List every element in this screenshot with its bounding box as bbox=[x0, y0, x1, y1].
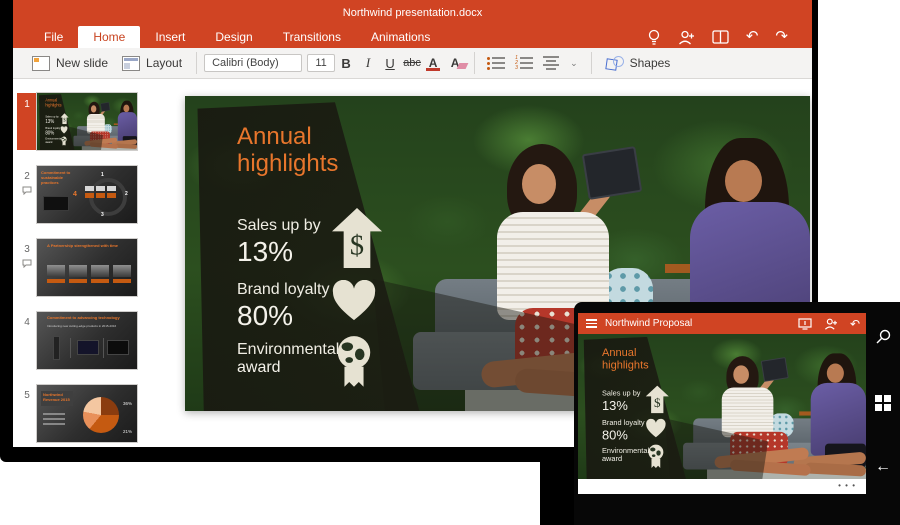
phone-bottom-strip: • • • bbox=[578, 479, 866, 494]
back-icon[interactable]: ← bbox=[875, 458, 891, 476]
ribbon-right-icons: ↶ ↷ bbox=[647, 27, 788, 47]
undo-icon[interactable]: ↶ bbox=[746, 27, 759, 47]
phone-slide-view[interactable]: Annual highlights Sales up by 13% Brand … bbox=[578, 334, 866, 479]
numbering-button[interactable]: 1 2 3 bbox=[515, 57, 533, 70]
slide-photo: Annual highlights Sales up by 13% Brand … bbox=[37, 93, 137, 150]
clear-formatting-button[interactable]: A bbox=[443, 56, 467, 70]
slide-title[interactable]: Annual highlights bbox=[602, 347, 660, 372]
slide-2-number: 2 bbox=[24, 171, 30, 182]
slide-3-thumbnail[interactable]: A Partnership strengthened with time bbox=[37, 239, 137, 296]
mini-pie-chart bbox=[83, 397, 119, 433]
slide-2-thumbnail[interactable]: Commitment to sustainable practices 1 2 … bbox=[37, 166, 137, 223]
ribbon-tabs: File Home Insert Design Transitions Anim… bbox=[13, 25, 812, 48]
comment-icon[interactable] bbox=[22, 259, 32, 268]
phone-doc-title: Northwind Proposal bbox=[605, 318, 692, 329]
tab-transitions[interactable]: Transitions bbox=[268, 26, 356, 48]
underline-button[interactable]: U bbox=[379, 54, 401, 73]
more-options-icon[interactable]: • • • bbox=[838, 481, 856, 490]
dollar-arrow-up-icon: $ bbox=[61, 113, 69, 124]
slide-5-number: 5 bbox=[24, 390, 30, 401]
search-icon[interactable] bbox=[876, 329, 891, 344]
title-bar: Northwind presentation.docx bbox=[13, 0, 812, 25]
slide-photo: Annual highlights Sales up by 13% Brand … bbox=[578, 334, 866, 479]
share-contact-icon[interactable] bbox=[678, 30, 695, 45]
share-contact-icon[interactable] bbox=[824, 318, 838, 330]
slide-thumb-row-3[interactable]: 3 A Partnership strengthened with time bbox=[17, 239, 150, 296]
mini-smart-tv bbox=[107, 340, 129, 355]
mini-speaker bbox=[53, 336, 60, 360]
phone-nav-bar: ← bbox=[866, 302, 900, 525]
svg-text:$: $ bbox=[654, 395, 661, 410]
tab-file[interactable]: File bbox=[29, 26, 78, 48]
screenshot-stage: Northwind presentation.docx File Home In… bbox=[0, 0, 900, 525]
present-screen-icon[interactable] bbox=[798, 318, 812, 330]
slide-4-thumbnail[interactable]: Commitment to advancing technology Intro… bbox=[37, 312, 137, 369]
slide-4-number: 4 bbox=[24, 317, 30, 328]
new-slide-button[interactable]: New slide bbox=[25, 53, 115, 74]
bold-button[interactable]: B bbox=[335, 54, 357, 73]
font-color-button[interactable]: A bbox=[423, 56, 443, 70]
tab-animations[interactable]: Animations bbox=[356, 26, 445, 48]
redo-icon[interactable]: ↷ bbox=[775, 27, 788, 47]
font-name-select[interactable]: Calibri (Body) bbox=[204, 54, 302, 72]
slide-thumb-row-5[interactable]: 5 Northwind Revenue 2015 36% 21% bbox=[17, 385, 150, 442]
new-slide-icon bbox=[32, 56, 50, 71]
highlighter-icon bbox=[457, 63, 469, 69]
lightbulb-icon[interactable] bbox=[647, 29, 661, 45]
heart-icon bbox=[60, 126, 68, 134]
divider bbox=[196, 52, 197, 74]
tab-home[interactable]: Home bbox=[78, 26, 140, 48]
slide-thumb-row-1[interactable]: 1 Annual highlights Sales up by bbox=[17, 93, 150, 150]
undo-icon[interactable]: ↶ bbox=[850, 317, 860, 331]
svg-text:$: $ bbox=[350, 231, 364, 262]
slides-panel: 1 Annual highlights Sales up by bbox=[13, 79, 150, 447]
slide-title[interactable]: Annual highlights bbox=[237, 124, 362, 178]
document-title: Northwind presentation.docx bbox=[343, 7, 482, 19]
italic-button[interactable]: I bbox=[357, 53, 379, 73]
tab-design[interactable]: Design bbox=[200, 26, 267, 48]
phone-device: Northwind Proposal ↶ bbox=[574, 302, 900, 525]
slide-item-sales[interactable]: Sales up by 13% bbox=[237, 216, 347, 268]
slide-1-selection-bar: 1 bbox=[17, 93, 37, 150]
slide-5-thumbnail[interactable]: Northwind Revenue 2015 36% 21% bbox=[37, 385, 137, 442]
font-color-swatch bbox=[426, 68, 440, 71]
slide-text-layer[interactable]: Annual highlights Sales up by 13% Brand … bbox=[578, 334, 866, 479]
slide-title[interactable]: Annual highlights bbox=[45, 98, 65, 108]
dollar-arrow-up-icon: $ bbox=[646, 386, 669, 414]
strikethrough-button[interactable]: abc bbox=[401, 55, 423, 71]
phone-app-bar: Northwind Proposal ↶ bbox=[578, 313, 866, 334]
dollar-arrow-up-icon: $ bbox=[332, 208, 382, 268]
divider bbox=[474, 52, 475, 74]
shapes-button[interactable]: Shapes bbox=[599, 53, 678, 73]
slide-text-layer[interactable]: Annual highlights Sales up by 13% Brand … bbox=[37, 93, 137, 150]
shapes-icon bbox=[606, 56, 624, 70]
heart-icon bbox=[645, 419, 667, 438]
slide-3-number: 3 bbox=[24, 244, 30, 255]
slide-thumb-row-2[interactable]: 2 Commitment to sustainable practices 1 … bbox=[17, 166, 150, 223]
mini-3d-tv bbox=[77, 340, 99, 355]
mini-tv bbox=[43, 196, 69, 211]
bullets-button[interactable] bbox=[487, 57, 505, 70]
quick-toolbar: New slide Layout Calibri (Body) 11 B I U… bbox=[13, 48, 812, 79]
read-view-icon[interactable] bbox=[712, 30, 729, 44]
layout-icon bbox=[122, 56, 140, 71]
comment-icon[interactable] bbox=[22, 186, 32, 195]
heart-icon bbox=[330, 280, 378, 322]
tab-insert[interactable]: Insert bbox=[140, 26, 200, 48]
globe-award-icon bbox=[333, 334, 375, 388]
hamburger-menu-icon[interactable] bbox=[586, 319, 597, 328]
phone-screen: Northwind Proposal ↶ bbox=[578, 313, 866, 494]
divider bbox=[591, 52, 592, 74]
font-size-select[interactable]: 11 bbox=[307, 54, 335, 72]
layout-button[interactable]: Layout bbox=[115, 53, 189, 74]
globe-award-icon bbox=[61, 136, 68, 146]
globe-award-icon bbox=[646, 444, 665, 469]
windows-start-icon[interactable] bbox=[875, 395, 891, 411]
align-button[interactable] bbox=[543, 56, 559, 70]
slide-1-thumbnail[interactable]: Annual highlights Sales up by 13% Brand … bbox=[37, 93, 137, 150]
slide-thumb-row-4[interactable]: 4 Commitment to advancing technology Int… bbox=[17, 312, 150, 369]
chevron-down-icon[interactable]: ⌄ bbox=[570, 58, 578, 69]
